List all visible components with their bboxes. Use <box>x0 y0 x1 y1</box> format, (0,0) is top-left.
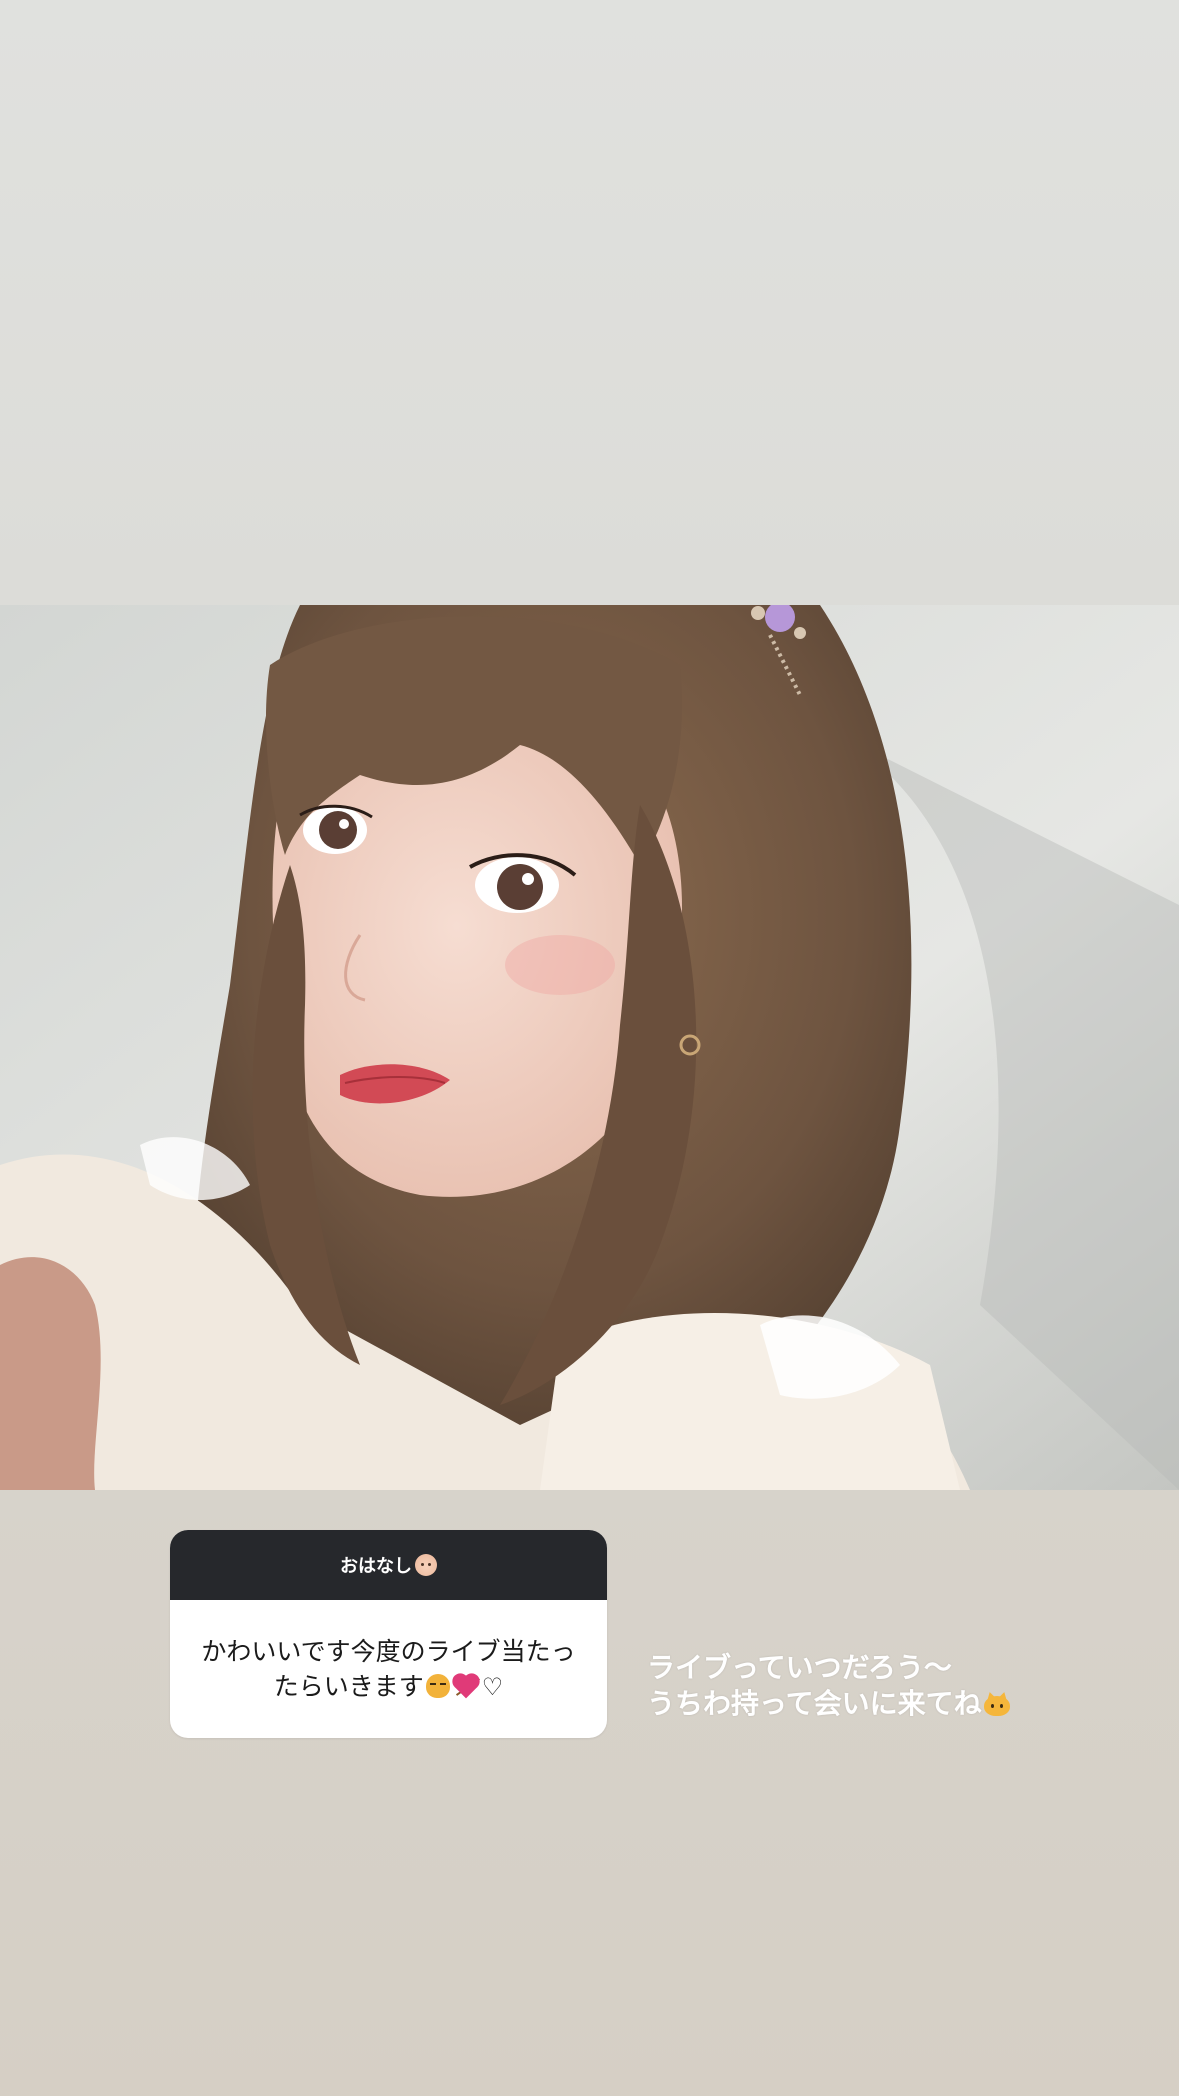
cat-face-icon <box>983 1690 1010 1716</box>
outline-heart-symbol: ♡ <box>481 1672 504 1701</box>
heart-with-arrow-icon <box>454 1674 480 1698</box>
question-sticker-body: かわいいです今度のライブ当たったらいきます ♡ <box>170 1600 607 1738</box>
question-header-label: おはなし <box>340 1556 412 1577</box>
answer-line-1: ライブっていつだろう〜 <box>647 1651 952 1684</box>
selfie-illustration <box>0 605 1179 1490</box>
story-top-background <box>0 0 1179 605</box>
question-text-wrapper: かわいいです今度のライブ当たったらいきます ♡ <box>192 1634 585 1705</box>
answer-caption: ライブっていつだろう〜 うちわ持って会いに来てね <box>647 1650 1147 1722</box>
answer-line-2: うちわ持って会いに来てね <box>647 1687 982 1720</box>
question-sticker-header: おはなし <box>170 1530 607 1600</box>
question-text: かわいいです今度のライブ当たったらいきます <box>201 1636 576 1701</box>
answer-line-2-wrapper: うちわ持って会いに来てね <box>647 1686 1147 1722</box>
baby-face-icon <box>415 1554 437 1576</box>
question-sticker[interactable]: おはなし かわいいです今度のライブ当たったらいきます ♡ <box>170 1530 607 1738</box>
selfie-photo <box>0 605 1179 1490</box>
crying-cat-icon <box>425 1673 450 1698</box>
